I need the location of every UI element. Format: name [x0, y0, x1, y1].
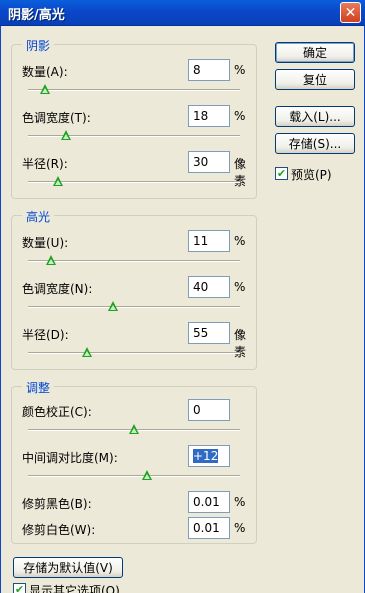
- black-clip-unit: %: [234, 495, 246, 509]
- highlights-radius-row: 半径(D): 55 像素: [22, 322, 252, 359]
- slider-track: [28, 260, 240, 262]
- highlights-radius-slider[interactable]: [28, 347, 240, 359]
- shadows-tonal-width-input[interactable]: 18: [188, 105, 230, 127]
- shadows-legend: 阴影: [22, 37, 55, 54]
- adjustments-legend: 调整: [22, 379, 55, 396]
- slider-track: [28, 89, 240, 91]
- highlights-radius-input[interactable]: 55: [188, 322, 230, 344]
- white-clip-input[interactable]: 0.01: [188, 517, 230, 539]
- shadows-amount-unit: %: [234, 63, 246, 77]
- title-bar: 阴影/高光 ✕: [0, 0, 365, 26]
- load-button[interactable]: 载入(L)...: [275, 106, 355, 127]
- color-correction-row: 颜色校正(C): 0: [22, 399, 252, 421]
- slider-track: [28, 306, 240, 308]
- save-as-defaults-button[interactable]: 存储为默认值(V): [13, 557, 123, 578]
- midtone-contrast-label: 中间调对比度(M):: [22, 451, 118, 465]
- shadows-amount-input[interactable]: 8: [188, 59, 230, 81]
- shadows-radius-input[interactable]: 30: [188, 151, 230, 173]
- close-icon[interactable]: ✕: [340, 2, 361, 23]
- shadows-radius-row: 半径(R): 30 像素: [22, 151, 252, 188]
- save-button[interactable]: 存储(S)...: [275, 133, 355, 154]
- highlights-amount-label: 数量(U):: [22, 236, 69, 250]
- shadows-radius-slider[interactable]: [28, 176, 240, 188]
- shadows-amount-label: 数量(A):: [22, 65, 68, 79]
- highlights-tonal-width-input[interactable]: 40: [188, 276, 230, 298]
- shadows-tonal-width-label: 色调宽度(T):: [22, 111, 91, 125]
- slider-track: [28, 475, 240, 477]
- window-title: 阴影/高光: [8, 8, 65, 23]
- color-correction-slider[interactable]: [28, 424, 240, 436]
- more-options-label: 显示其它选项(O): [29, 584, 120, 593]
- shadows-tonal-width-row: 色调宽度(T): 18 %: [22, 105, 252, 127]
- shadows-amount-row: 数量(A): 8 %: [22, 59, 252, 81]
- black-clip-row: 修剪黑色(B): 0.01 %: [22, 491, 252, 513]
- shadows-radius-label: 半径(R):: [22, 157, 68, 171]
- reset-button[interactable]: 复位: [275, 69, 355, 90]
- midtone-contrast-row: 中间调对比度(M): +12: [22, 445, 252, 467]
- highlights-amount-input[interactable]: 11: [188, 230, 230, 252]
- slider-track: [28, 352, 240, 354]
- highlights-tonal-width-slider[interactable]: [28, 301, 240, 313]
- highlights-tonal-width-label: 色调宽度(N):: [22, 282, 93, 296]
- dialog-body: 阴影 数量(A): 8 % 色调宽度(T): 18 % 半径(R): 30 像素: [0, 26, 365, 593]
- highlights-tonal-width-row: 色调宽度(N): 40 %: [22, 276, 252, 298]
- highlights-radius-label: 半径(D):: [22, 328, 69, 342]
- ok-button[interactable]: 确定: [275, 42, 355, 63]
- adjustments-group: 调整 颜色校正(C): 0 中间调对比度(M): +12 修剪黑色(B): 0.…: [11, 379, 257, 544]
- black-clip-input[interactable]: 0.01: [188, 491, 230, 513]
- highlights-amount-row: 数量(U): 11 %: [22, 230, 252, 252]
- shadows-tonal-width-slider[interactable]: [28, 130, 240, 142]
- highlights-tonal-width-unit: %: [234, 280, 246, 294]
- slider-track: [28, 135, 240, 137]
- white-clip-unit: %: [234, 521, 246, 535]
- white-clip-label: 修剪白色(W):: [22, 523, 96, 537]
- highlights-amount-slider[interactable]: [28, 255, 240, 267]
- highlights-amount-unit: %: [234, 234, 246, 248]
- color-correction-input[interactable]: 0: [188, 399, 230, 421]
- preview-checkbox[interactable]: ✔: [275, 167, 288, 180]
- midtone-contrast-slider[interactable]: [28, 470, 240, 482]
- shadows-tonal-width-unit: %: [234, 109, 246, 123]
- shadows-amount-slider[interactable]: [28, 84, 240, 96]
- black-clip-label: 修剪黑色(B):: [22, 497, 92, 511]
- white-clip-row: 修剪白色(W): 0.01 %: [22, 517, 252, 539]
- more-options-checkbox[interactable]: ✔: [13, 583, 26, 593]
- midtone-contrast-input[interactable]: +12: [188, 445, 230, 467]
- shadows-group: 阴影 数量(A): 8 % 色调宽度(T): 18 % 半径(R): 30 像素: [11, 37, 257, 199]
- preview-label: 预览(P): [291, 168, 332, 182]
- highlights-group: 高光 数量(U): 11 % 色调宽度(N): 40 % 半径(D): 55 像…: [11, 208, 257, 370]
- color-correction-label: 颜色校正(C):: [22, 405, 92, 419]
- highlights-legend: 高光: [22, 208, 55, 225]
